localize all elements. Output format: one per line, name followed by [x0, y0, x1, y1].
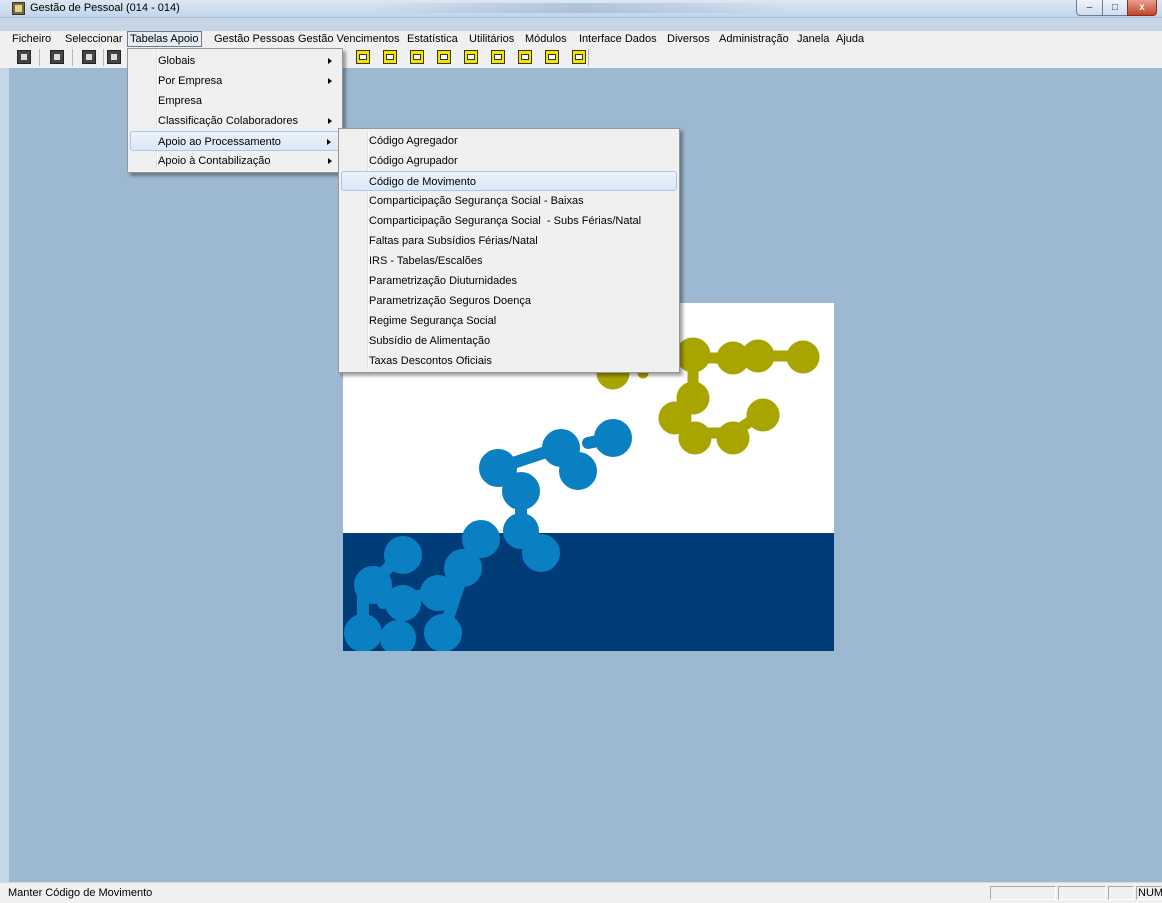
- menu-item-label: Apoio à Contabilização: [158, 155, 271, 167]
- menu-item-regime-seguranca-social[interactable]: Regime Segurança Social: [341, 311, 677, 331]
- menu-item-label: Parametrização Diuturnidades: [369, 275, 517, 287]
- menu-item-codigo-movimento[interactable]: Código de Movimento: [341, 171, 677, 191]
- home-icon[interactable]: [82, 50, 96, 64]
- menu-item-label: IRS - Tabelas/Escalões: [369, 255, 483, 267]
- report-icon[interactable]: [518, 50, 532, 64]
- status-message: Manter Código de Movimento: [8, 887, 153, 899]
- menu-item-label: Subsídio de Alimentação: [369, 335, 491, 347]
- menu-utilitarios[interactable]: Utilitários: [469, 32, 514, 46]
- menu-seleccionar[interactable]: Seleccionar: [65, 32, 122, 46]
- status-panel: [1058, 886, 1106, 900]
- menu-item-subsidio-alimentacao[interactable]: Subsídio de Alimentação: [341, 331, 677, 351]
- toolbar-separator: [103, 49, 104, 66]
- toolbar-separator: [588, 49, 589, 66]
- menu-item-label: Parametrização Seguros Doença: [369, 295, 532, 307]
- report-icon[interactable]: [491, 50, 505, 64]
- report-icon[interactable]: [356, 50, 370, 64]
- report-icon[interactable]: [437, 50, 451, 64]
- app-icon[interactable]: [12, 2, 25, 15]
- menu-item-taxas-descontos[interactable]: Taxas Descontos Oficiais: [341, 351, 677, 371]
- menu-item-empresa[interactable]: Empresa: [130, 91, 340, 111]
- menu-item-codigo-agregador[interactable]: Código Agregador: [341, 131, 677, 151]
- menu-item-label: Faltas para Subsídios Férias/Natal: [369, 235, 538, 247]
- menu-administracao[interactable]: Administração: [719, 32, 789, 46]
- menu-ficheiro[interactable]: Ficheiro: [12, 32, 51, 46]
- tabelas-apoio-menu: Globais Por Empresa Empresa Classificaçã…: [127, 48, 343, 173]
- calculator-icon[interactable]: [50, 50, 64, 64]
- menu-item-por-empresa[interactable]: Por Empresa: [130, 71, 340, 91]
- menu-item-apoio-contabilizacao[interactable]: Apoio à Contabilização: [130, 151, 340, 171]
- report-icon[interactable]: [410, 50, 424, 64]
- menu-gestao-pessoas[interactable]: Gestão Pessoas: [214, 32, 295, 46]
- report-icon[interactable]: [572, 50, 586, 64]
- settings-icon[interactable]: [107, 50, 121, 64]
- menu-modulos[interactable]: Módulos: [525, 32, 567, 46]
- menu-item-label: Por Empresa: [158, 75, 223, 87]
- menu-item-label: Comparticipação Segurança Social - Baixa…: [369, 195, 584, 207]
- menu-estatistica[interactable]: Estatística: [407, 32, 458, 46]
- menu-tabelas-apoio[interactable]: Tabelas Apoio: [127, 31, 202, 47]
- close-button[interactable]: x: [1127, 0, 1157, 16]
- report-icon[interactable]: [545, 50, 559, 64]
- menu-item-param-diuturnidades[interactable]: Parametrização Diuturnidades: [341, 271, 677, 291]
- submenu-arrow-icon: [327, 139, 331, 145]
- status-panel: [1108, 886, 1134, 900]
- report-icon[interactable]: [383, 50, 397, 64]
- menu-item-label: Código Agrupador: [369, 155, 458, 167]
- report-icon[interactable]: [464, 50, 478, 64]
- toolbar-separator: [39, 49, 40, 66]
- menu-interface-dados[interactable]: Interface Dados: [579, 32, 657, 46]
- menu-janela[interactable]: Janela: [797, 32, 829, 46]
- submenu-arrow-icon: [328, 58, 332, 64]
- status-panel: [990, 886, 1056, 900]
- toolbar-separator: [72, 49, 73, 66]
- submenu-arrow-icon: [328, 158, 332, 164]
- submenu-arrow-icon: [328, 78, 332, 84]
- menu-item-param-seguros-doenca[interactable]: Parametrização Seguros Doença: [341, 291, 677, 311]
- maximize-button[interactable]: □: [1102, 0, 1128, 16]
- menu-item-codigo-agrupador[interactable]: Código Agrupador: [341, 151, 677, 171]
- menu-item-label: Regime Segurança Social: [369, 315, 497, 327]
- menu-item-label: Taxas Descontos Oficiais: [369, 355, 492, 367]
- menu-item-comparticipacao-baixas[interactable]: Comparticipação Segurança Social - Baixa…: [341, 191, 677, 211]
- menu-gestao-vencimentos[interactable]: Gestão Vencimentos: [298, 32, 400, 46]
- menu-item-apoio-processamento[interactable]: Apoio ao Processamento: [130, 131, 340, 151]
- menu-item-faltas-subsidios[interactable]: Faltas para Subsídios Férias/Natal: [341, 231, 677, 251]
- num-lock-indicator: NUM: [1138, 887, 1162, 899]
- title-blur: [370, 3, 790, 13]
- menu-ajuda[interactable]: Ajuda: [836, 32, 864, 46]
- menu-item-label: Código de Movimento: [369, 176, 477, 188]
- exit-icon[interactable]: [17, 50, 31, 64]
- menu-item-irs-tabelas[interactable]: IRS - Tabelas/Escalões: [341, 251, 677, 271]
- menu-item-label: Comparticipação Segurança Social - Subs …: [369, 215, 642, 227]
- minimize-button[interactable]: –: [1076, 0, 1103, 16]
- status-bar: [0, 882, 1162, 903]
- menu-item-classificacao-colaboradores[interactable]: Classificação Colaboradores: [130, 111, 340, 131]
- apoio-processamento-submenu: Código Agregador Código Agrupador Código…: [338, 128, 680, 373]
- menu-item-label: Código Agregador: [369, 135, 458, 147]
- title-bar: Gestão de Pessoal (014 - 014) – □ x: [0, 0, 1162, 18]
- menu-diversos[interactable]: Diversos: [667, 32, 710, 46]
- menu-item-label: Apoio ao Processamento: [158, 136, 281, 148]
- window-title: Gestão de Pessoal (014 - 014): [30, 2, 180, 14]
- menu-item-label: Classificação Colaboradores: [158, 115, 299, 127]
- menu-item-globais[interactable]: Globais: [130, 51, 340, 71]
- menu-item-label: Globais: [158, 55, 196, 67]
- menu-item-comparticipacao-subs[interactable]: Comparticipação Segurança Social - Subs …: [341, 211, 677, 231]
- submenu-arrow-icon: [328, 118, 332, 124]
- menu-item-label: Empresa: [158, 95, 203, 107]
